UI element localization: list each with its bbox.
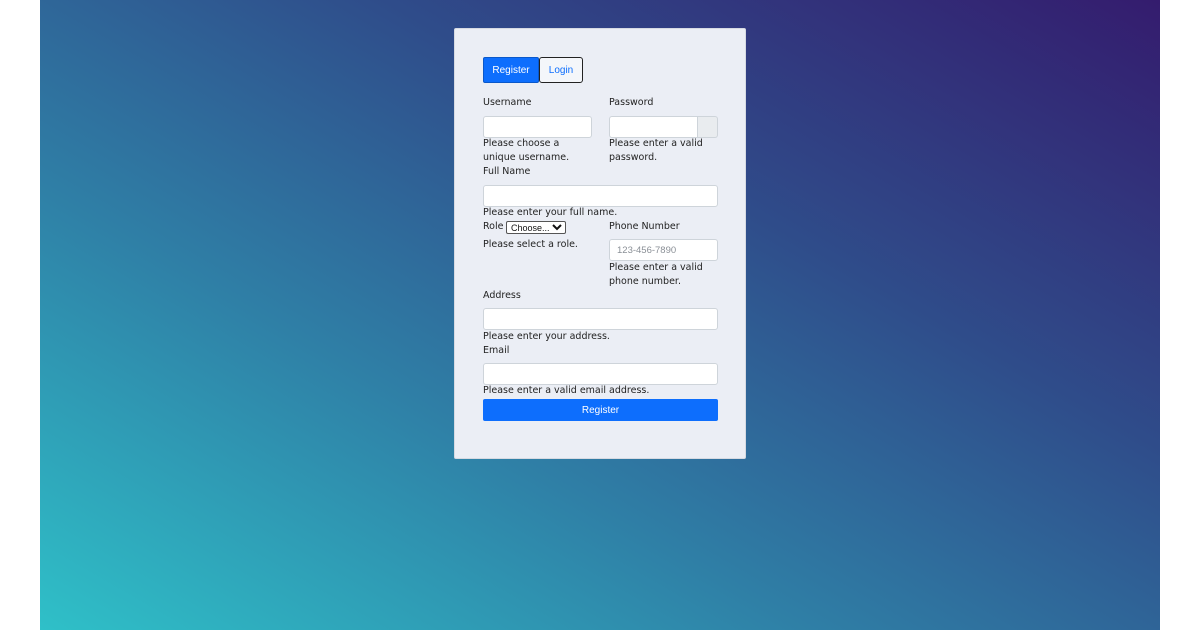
phone-help: Please enter a valid phone number. <box>609 262 703 287</box>
email-label: Email <box>483 345 510 356</box>
role-label: Role <box>483 221 504 232</box>
phone-label: Phone Number <box>609 221 680 232</box>
tab-login[interactable]: Login <box>539 57 583 83</box>
tab-register[interactable]: Register <box>483 57 539 83</box>
password-input[interactable] <box>609 116 698 138</box>
email-help: Please enter a valid email address. <box>483 385 650 396</box>
full-name-label: Full Name <box>483 166 531 177</box>
username-help: Please choose a unique username. <box>483 138 570 163</box>
address-label: Address <box>483 290 521 301</box>
full-name-help: Please enter your full name. <box>483 207 618 218</box>
address-help: Please enter your address. <box>483 331 610 342</box>
auth-tabs: Register Login <box>483 57 583 83</box>
password-label: Password <box>609 97 654 108</box>
full-name-input[interactable] <box>483 185 718 207</box>
registration-card: Register Login Username Please choose a … <box>454 28 746 459</box>
password-help: Please enter a valid password. <box>609 138 703 163</box>
role-help: Please select a role. <box>483 239 578 250</box>
phone-input[interactable] <box>609 239 718 261</box>
role-select[interactable]: Choose... <box>506 221 566 234</box>
address-input[interactable] <box>483 308 718 330</box>
email-input[interactable] <box>483 363 718 385</box>
username-label: Username <box>483 97 532 108</box>
password-toggle-button[interactable] <box>698 116 718 138</box>
register-submit-button[interactable]: Register <box>483 399 718 421</box>
username-input[interactable] <box>483 116 592 138</box>
